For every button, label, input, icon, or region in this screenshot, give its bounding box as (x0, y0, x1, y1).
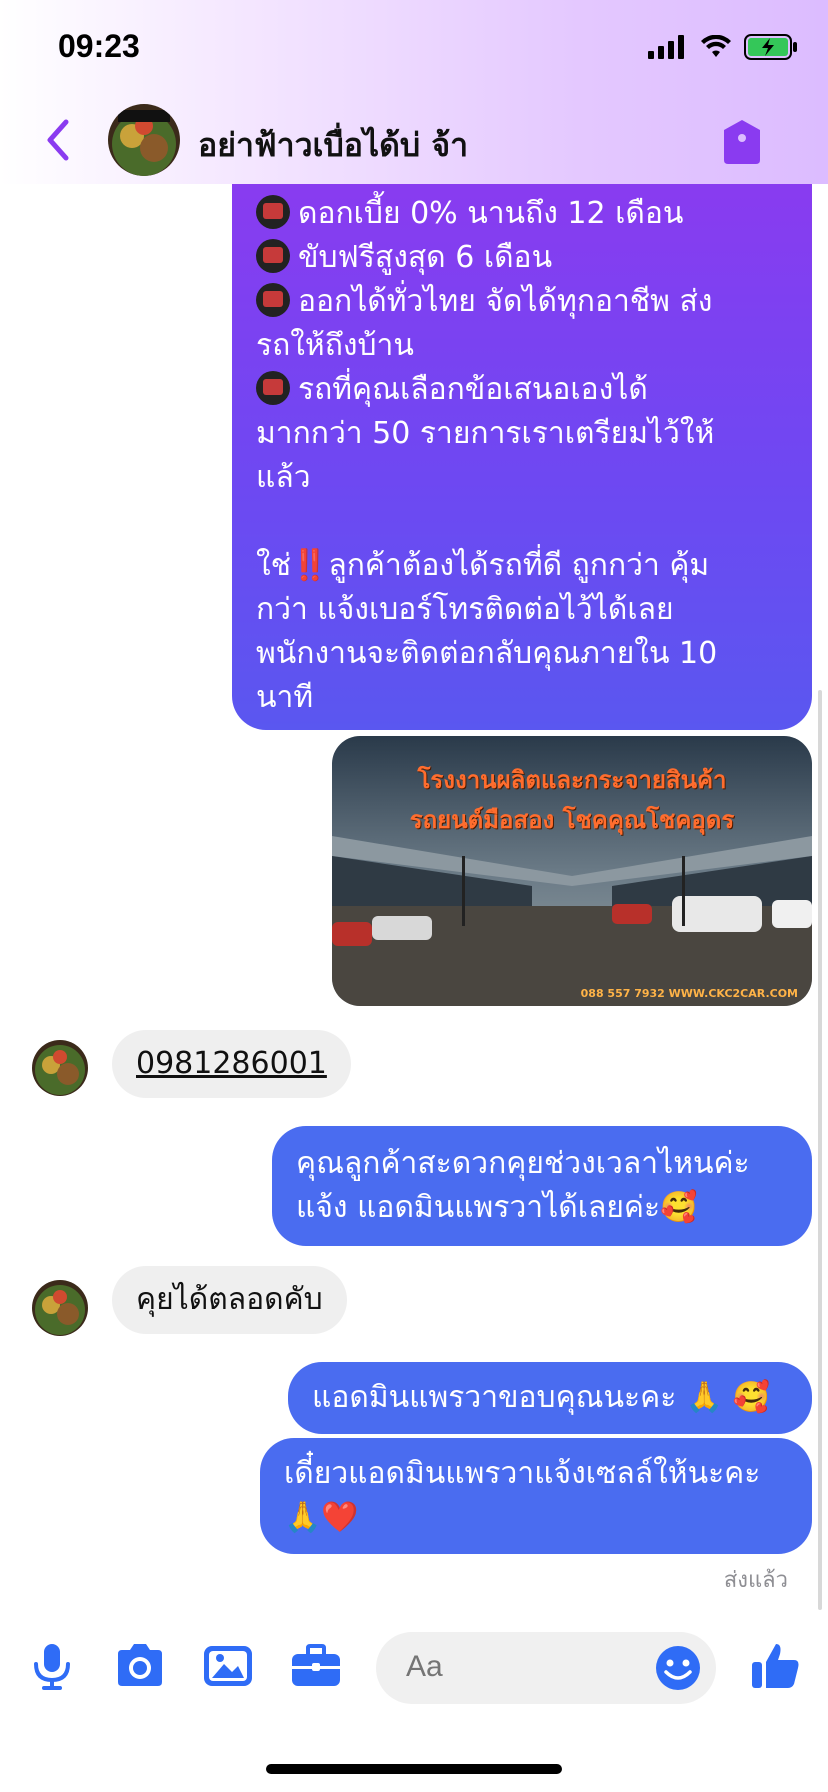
incoming-message[interactable]: 0981286001 (112, 1030, 351, 1098)
promo-line-text: ลูกค้าต้องได้รถที่ดี ถูกกว่า คุ้ม (328, 548, 710, 583)
microphone-icon[interactable] (24, 1638, 80, 1694)
shield-icon[interactable] (722, 118, 762, 166)
promo-line-text: ขับฟรีสูงสุด 6 เดือน (298, 240, 553, 275)
photo-caption-line: โรงงานผลิตและกระจายสินค้า (417, 766, 727, 794)
promo-line: แล้ว (256, 460, 311, 495)
phone-number-link[interactable]: 0981286001 (136, 1046, 327, 1081)
promo-line: ขับฟรีสูงสุด 6 เดือน (256, 236, 786, 280)
promo-line: กว่า แจ้งเบอร์โทรติดต่อไว้ได้เลย (256, 592, 674, 627)
delivery-status: ส่งแล้ว (723, 1568, 788, 1593)
promo-line: ดอกเบี้ย 0% นานถึง 12 เดือน (256, 192, 786, 236)
promo-spacer (256, 500, 786, 544)
message-line: เดี๋ยวแอดมินแพรวาแจ้งเซลล์ให้นะคะ (284, 1456, 761, 1491)
promo-line-text: ใช่ (256, 548, 292, 583)
message-input[interactable] (406, 1650, 626, 1684)
composer-toolbar (0, 1620, 828, 1720)
promo-line: พนักงานจะติดต่อกลับคุณภายใน 10 (256, 636, 718, 671)
outgoing-message-promo[interactable]: ดอกเบี้ย 0% นานถึง 12 เดือน ขับฟรีสูงสุด… (232, 170, 812, 730)
contact-name[interactable]: อย่าฟ้าวเบื่อได้บ่ จ้า (198, 120, 468, 171)
train-emoji-icon (256, 239, 290, 273)
photo-caption-line: รถยนต์มือสอง โชคคุณโชคอุดร (409, 806, 735, 834)
promo-line: นาที (256, 680, 314, 715)
promo-line-text: ดอกเบี้ย 0% นานถึง 12 เดือน (298, 196, 684, 231)
promo-line: รถให้ถึงบ้าน (256, 328, 414, 363)
outgoing-photo-message[interactable]: โรงงานผลิตและกระจายสินค้า รถยนต์มือสอง โ… (332, 736, 812, 1006)
outgoing-message[interactable]: คุณลูกค้าสะดวกคุยช่วงเวลาไหนค่ะ แจ้ง แอด… (272, 1126, 812, 1246)
train-emoji-icon (256, 371, 290, 405)
photo-gallery-icon[interactable] (200, 1638, 256, 1694)
promo-line-text: ออกได้ทั่วไทย จัดได้ทุกอาชีพ ส่ง (298, 284, 713, 319)
promo-line: ใช่‼️ลูกค้าต้องได้รถที่ดี ถูกกว่า คุ้ม (256, 544, 786, 588)
status-time: 09:23 (58, 28, 140, 64)
battery-charging-icon (744, 34, 797, 60)
message-line: คุณลูกค้าสะดวกคุยช่วงเวลาไหนค่ะ (296, 1146, 750, 1181)
briefcase-icon[interactable] (288, 1638, 344, 1694)
incoming-message[interactable]: คุยได้ตลอดคับ (112, 1266, 347, 1334)
train-emoji-icon (256, 283, 290, 317)
message-line: 🙏❤️ (284, 1500, 359, 1535)
outgoing-message[interactable]: เดี๋ยวแอดมินแพรวาแจ้งเซลล์ให้นะคะ 🙏❤️ (260, 1438, 812, 1554)
promo-line-text: รถที่คุณเลือกข้อเสนอเองได้ (298, 372, 648, 407)
outgoing-message[interactable]: แอดมินแพรวาขอบคุณนะคะ 🙏 🥰 (288, 1362, 812, 1434)
double-exclamation-emoji: ‼️ (291, 548, 329, 583)
contact-avatar[interactable] (108, 104, 180, 176)
wifi-icon (701, 35, 731, 57)
thumbs-up-icon[interactable] (748, 1638, 804, 1694)
emoji-icon[interactable] (654, 1644, 702, 1692)
camera-icon[interactable] (112, 1638, 168, 1694)
contact-avatar-small[interactable] (32, 1040, 88, 1096)
chat-header: 09:23 อย่าฟ้าวเบื่อได้บ่ จ้า (0, 0, 828, 184)
promo-line: รถที่คุณเลือกข้อเสนอเองได้ (256, 368, 786, 412)
photo-footer-text: 088 557 7932 WWW.CKC2CAR.COM (580, 987, 798, 1000)
home-indicator[interactable] (266, 1764, 562, 1774)
train-emoji-icon (256, 195, 290, 229)
promo-line: ออกได้ทั่วไทย จัดได้ทุกอาชีพ ส่ง (256, 280, 786, 324)
message-composer[interactable] (376, 1632, 716, 1704)
cellular-signal-icon (648, 35, 684, 59)
message-line: แจ้ง แอดมินแพรวาได้เลยค่ะ🥰 (296, 1190, 698, 1225)
back-chevron-icon[interactable] (40, 116, 76, 164)
promo-line: มากกว่า 50 รายการเราเตรียมไว้ให้ (256, 416, 715, 451)
contact-avatar-small[interactable] (32, 1280, 88, 1336)
status-icons (648, 34, 798, 60)
scrollbar[interactable] (818, 690, 822, 1610)
